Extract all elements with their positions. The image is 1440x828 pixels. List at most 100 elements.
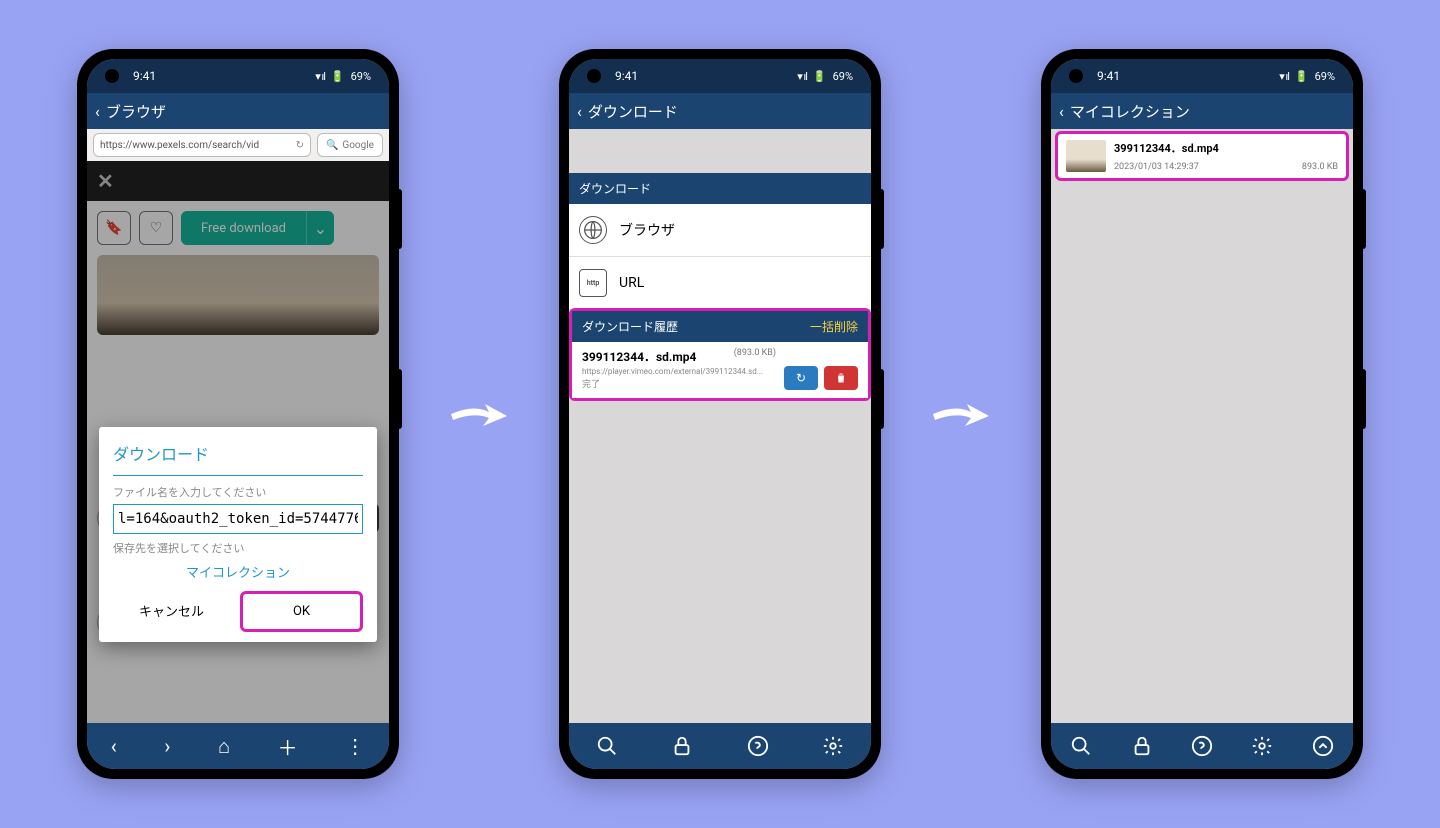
- file-name: 399112344．sd.mp4: [1114, 140, 1338, 156]
- cancel-button[interactable]: キャンセル: [113, 591, 230, 632]
- url-input[interactable]: https://www.pexels.com/search/vid ↻: [93, 133, 311, 157]
- appbar: ‹ ダウンロード: [569, 93, 871, 129]
- battery-pct: 69%: [1315, 70, 1335, 83]
- bottom-bar: [569, 723, 871, 769]
- appbar-title: マイコレクション: [1070, 101, 1190, 122]
- screen-1: 9:41 ▾ ıl 🔋 69% ‹ ブラウザ https://www.pexel…: [87, 59, 389, 769]
- back-icon[interactable]: ‹: [95, 102, 100, 121]
- battery-icon: 🔋: [1295, 70, 1309, 83]
- battery-icon: 🔋: [331, 70, 345, 83]
- section-history-label: ダウンロード履歴: [582, 318, 678, 335]
- bulk-delete-link[interactable]: 一括削除: [810, 318, 858, 335]
- menu-browser[interactable]: ブラウザ: [569, 204, 871, 257]
- file-name: 399112344．sd.mp4: [582, 348, 858, 365]
- camera-hole: [105, 69, 119, 83]
- help-icon[interactable]: [747, 735, 769, 757]
- signal-icon: ▾ ıl: [797, 70, 807, 83]
- search-icon: 🔍: [326, 140, 338, 151]
- back-icon[interactable]: ‹: [1059, 102, 1064, 121]
- forward-nav-icon[interactable]: ›: [164, 734, 170, 758]
- status-icons: ▾ ıl 🔋 69%: [315, 70, 371, 83]
- battery-pct: 69%: [351, 70, 371, 83]
- gear-icon[interactable]: [1251, 735, 1273, 757]
- file-date: 2023/01/03 14:29:37: [1114, 162, 1199, 172]
- section-history: ダウンロード履歴 一括削除: [572, 311, 868, 342]
- clock: 9:41: [1097, 69, 1120, 83]
- back-nav-icon[interactable]: ‹: [111, 734, 117, 758]
- url-row: https://www.pexels.com/search/vid ↻ 🔍 Go…: [87, 129, 389, 161]
- delete-button[interactable]: [824, 366, 858, 390]
- highlight-history: ダウンロード履歴 一括削除 399112344．sd.mp4 (893.0 KB…: [569, 308, 871, 401]
- http-icon: http: [579, 269, 607, 297]
- spacer: [569, 129, 871, 173]
- globe-icon: [579, 216, 607, 244]
- lock-icon[interactable]: [671, 735, 693, 757]
- add-tab-icon[interactable]: ＋: [278, 732, 298, 761]
- content: 399112344．sd.mp4 2023/01/03 14:29:37 893…: [1051, 129, 1353, 723]
- destination-label: 保存先を選択してください: [113, 540, 363, 556]
- gear-icon[interactable]: [822, 735, 844, 757]
- status-bar: 9:41 ▾ ıl 🔋 69%: [569, 59, 871, 93]
- clock: 9:41: [133, 69, 156, 83]
- battery-pct: 69%: [833, 70, 853, 83]
- search-icon[interactable]: [596, 735, 618, 757]
- web-content: ✕ 🔖 ♡ Free download ⌄ Lucia... ⊕ Donate …: [87, 161, 389, 723]
- phone-browser: 9:41 ▾ ıl 🔋 69% ‹ ブラウザ https://www.pexel…: [77, 49, 399, 779]
- arrow-icon: [931, 394, 991, 434]
- battery-icon: 🔋: [813, 70, 827, 83]
- dialog-buttons: キャンセル OK: [113, 591, 363, 632]
- bottom-nav: ‹ › ⌂ ＋ ⋮: [87, 723, 389, 769]
- filename-input[interactable]: [113, 504, 363, 534]
- item-actions: ↻: [784, 366, 858, 390]
- item-info: 399112344．sd.mp4 2023/01/03 14:29:37 893…: [1114, 140, 1338, 172]
- google-search[interactable]: 🔍 Google: [317, 133, 383, 157]
- file-size: (893.0 KB): [734, 348, 776, 358]
- screen-3: 9:41 ▾ ıl 🔋 69% ‹ マイコレクション 399112344．sd.…: [1051, 59, 1353, 769]
- destination-link[interactable]: マイコレクション: [113, 562, 363, 581]
- clock: 9:41: [615, 69, 638, 83]
- history-item[interactable]: 399112344．sd.mp4 (893.0 KB) https://play…: [572, 342, 868, 398]
- appbar: ‹ マイコレクション: [1051, 93, 1353, 129]
- screen-2: 9:41 ▾ ıl 🔋 69% ‹ ダウンロード ダウンロード ブラウザ htt…: [569, 59, 871, 769]
- arrow-icon: [449, 394, 509, 434]
- reload-button[interactable]: ↻: [784, 366, 818, 390]
- appbar: ‹ ブラウザ: [87, 93, 389, 129]
- filename-label: ファイル名を入力してください: [113, 484, 363, 500]
- menu-icon[interactable]: ⋮: [345, 734, 365, 758]
- status-icons: ▾ ıl 🔋 69%: [797, 70, 853, 83]
- lock-icon[interactable]: [1131, 735, 1153, 757]
- thumbnail: [1066, 140, 1106, 172]
- url-text: https://www.pexels.com/search/vid: [100, 140, 259, 151]
- camera-hole: [587, 69, 601, 83]
- menu-url[interactable]: http URL: [569, 257, 871, 310]
- file-meta: 2023/01/03 14:29:37 893.0 KB: [1114, 162, 1338, 172]
- collection-item[interactable]: 399112344．sd.mp4 2023/01/03 14:29:37 893…: [1055, 131, 1349, 181]
- menu-browser-label: ブラウザ: [619, 220, 675, 240]
- file-size: 893.0 KB: [1302, 162, 1338, 172]
- dialog-title: ダウンロード: [113, 441, 363, 476]
- appbar-title: ブラウザ: [106, 101, 166, 122]
- back-icon[interactable]: ‹: [577, 102, 582, 121]
- reload-icon[interactable]: ↻: [296, 140, 304, 151]
- camera-hole: [1069, 69, 1083, 83]
- appbar-title: ダウンロード: [588, 101, 678, 122]
- menu-url-label: URL: [619, 275, 644, 291]
- status-icons: ▾ ıl 🔋 69%: [1279, 70, 1335, 83]
- home-icon[interactable]: ⌂: [218, 734, 230, 759]
- status-bar: 9:41 ▾ ıl 🔋 69%: [1051, 59, 1353, 93]
- phone-collection: 9:41 ▾ ıl 🔋 69% ‹ マイコレクション 399112344．sd.…: [1041, 49, 1363, 779]
- chevron-up-circle-icon[interactable]: [1312, 735, 1334, 757]
- bottom-bar: [1051, 723, 1353, 769]
- signal-icon: ▾ ıl: [315, 70, 325, 83]
- phone-downloads: 9:41 ▾ ıl 🔋 69% ‹ ダウンロード ダウンロード ブラウザ htt…: [559, 49, 881, 779]
- section-download-label: ダウンロード: [579, 180, 651, 197]
- status-bar: 9:41 ▾ ıl 🔋 69%: [87, 59, 389, 93]
- section-download: ダウンロード: [569, 173, 871, 204]
- help-icon[interactable]: [1191, 735, 1213, 757]
- ok-button[interactable]: OK: [240, 591, 363, 632]
- google-label: Google: [342, 140, 374, 151]
- download-dialog: ダウンロード ファイル名を入力してください 保存先を選択してください マイコレク…: [99, 427, 377, 642]
- search-icon[interactable]: [1070, 735, 1092, 757]
- signal-icon: ▾ ıl: [1279, 70, 1289, 83]
- content: ダウンロード ブラウザ http URL ダウンロード履歴 一括削除 39911…: [569, 129, 871, 723]
